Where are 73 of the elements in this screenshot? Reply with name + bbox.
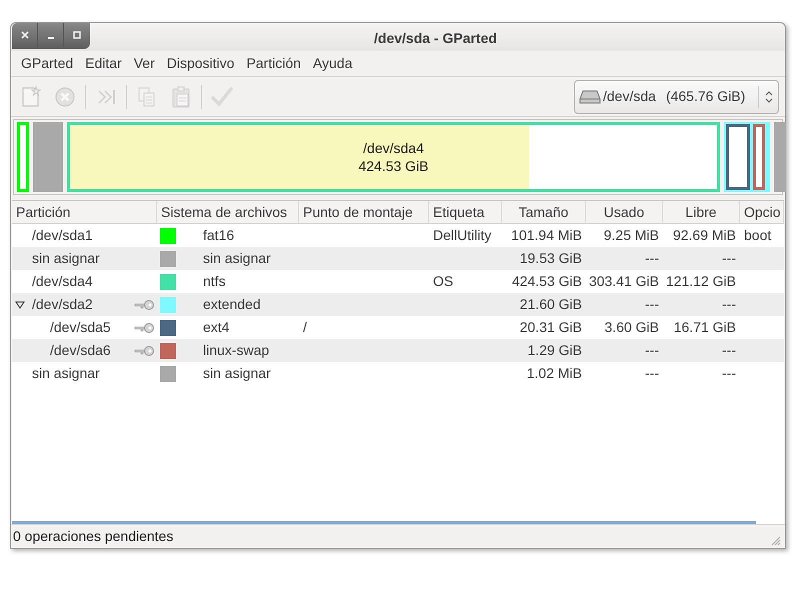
- table-cell-text: OS: [433, 272, 454, 291]
- table-cell-text: 9.25 MiB: [604, 226, 659, 245]
- table-cell-text: /dev/sda1: [32, 226, 93, 245]
- table-cell-text: sin asignar: [203, 249, 271, 268]
- table-cell-text: ext4: [203, 318, 230, 337]
- menu-item[interactable]: Editar: [79, 52, 128, 76]
- column-header[interactable]: Usado: [586, 201, 663, 223]
- table-cell-text: 3.60 GiB: [604, 318, 659, 337]
- status-text: 0 operaciones pendientes: [13, 527, 174, 546]
- column-header[interactable]: Etiqueta: [429, 201, 502, 223]
- window-title: /dev/sda - GParted: [374, 29, 497, 48]
- table-cell-text: sin asignar: [203, 364, 271, 383]
- partition-block[interactable]: [726, 124, 750, 190]
- table-cell-text: DellUtility: [433, 226, 492, 245]
- menu-item[interactable]: Ver: [128, 52, 161, 76]
- close-icon: [20, 31, 28, 39]
- table-cell-text: /dev/sda5: [50, 318, 111, 337]
- table-cell-text: 101.94 MiB: [511, 226, 582, 245]
- partition-name: /dev/sda4: [363, 139, 424, 157]
- column-header[interactable]: Sistema de archivos: [157, 201, 299, 223]
- table-cell-text: 303.41 GiB: [588, 272, 659, 291]
- table-cell-text: 92.69 MiB: [672, 226, 736, 245]
- unallocated-block[interactable]: [33, 122, 63, 192]
- table-cell-text: linux-swap: [203, 341, 270, 360]
- table-cell-text: ---: [722, 341, 736, 360]
- column-header[interactable]: Opcio: [740, 201, 784, 223]
- resize-grip-icon[interactable]: [771, 536, 781, 546]
- menu-item[interactable]: Dispositivo: [160, 52, 240, 76]
- extended-partition-block[interactable]: [724, 122, 770, 192]
- table-cell-text: extended: [203, 295, 261, 314]
- menu-item[interactable]: GParted: [15, 52, 80, 76]
- table-cell-text: 19.53 GiB: [520, 249, 582, 268]
- table-cell-text: 121.12 GiB: [666, 272, 736, 291]
- table-cell-text: 20.31 GiB: [520, 318, 582, 337]
- updown-arrows-icon: [764, 90, 772, 102]
- table-row[interactable]: /dev/sda6 linux-swap 1.29 GiB --- ---: [12, 339, 784, 362]
- table-cell-text: ---: [645, 341, 659, 360]
- table-cell-text: ---: [645, 364, 659, 383]
- partition-block[interactable]: /dev/sda4 424.53 GiB: [67, 122, 720, 192]
- device-selector[interactable]: /dev/sda (465.76 GiB): [574, 80, 779, 114]
- column-header[interactable]: Libre: [663, 201, 740, 223]
- table-cell-text: ---: [645, 295, 659, 314]
- hard-drive-icon: [579, 90, 601, 104]
- table-cell-text: sin asignar: [32, 249, 100, 268]
- table-cell-text: ---: [722, 295, 736, 314]
- table-cell-text: 1.29 GiB: [528, 341, 582, 360]
- table-cell-text: ---: [645, 249, 659, 268]
- partition-size: 424.53 GiB: [358, 157, 429, 175]
- table-cell-text: boot: [744, 226, 772, 245]
- table-cell-text: 16.71 GiB: [674, 318, 736, 337]
- cancel-icon: [53, 84, 77, 108]
- column-header[interactable]: Tamaño: [502, 201, 586, 223]
- column-header[interactable]: Punto de montaje: [299, 201, 429, 223]
- maximize-icon: [73, 31, 81, 39]
- column-header[interactable]: Partición: [12, 201, 157, 223]
- table-cell-text: sin asignar: [32, 364, 100, 383]
- table-cell-text: /dev/sda6: [50, 341, 111, 360]
- table-cell-text: /dev/sda4: [32, 272, 93, 291]
- table-cell-text: ---: [722, 364, 736, 383]
- table-cell-text: /dev/sda2: [32, 295, 93, 314]
- table-cell-text: ---: [722, 249, 736, 268]
- menu-item[interactable]: Ayuda: [306, 52, 358, 76]
- menu-item[interactable]: Partición: [240, 52, 307, 76]
- table-cell-text: /: [303, 318, 307, 337]
- expander-icon[interactable]: [15, 300, 25, 310]
- table-cell-text: 424.53 GiB: [512, 272, 582, 291]
- table-cell-text: 21.60 GiB: [520, 295, 582, 314]
- table-row[interactable]: /dev/sda2 extended 21.60 GiB --- ---: [12, 293, 784, 316]
- table-cell-text: fat16: [203, 226, 234, 245]
- partition-block[interactable]: [753, 124, 765, 190]
- table-cell-text: 1.02 MiB: [526, 364, 582, 383]
- table-row[interactable]: sin asignar sin asignar 19.53 GiB --- ---: [12, 247, 784, 270]
- table-cell-text: ntfs: [203, 272, 226, 291]
